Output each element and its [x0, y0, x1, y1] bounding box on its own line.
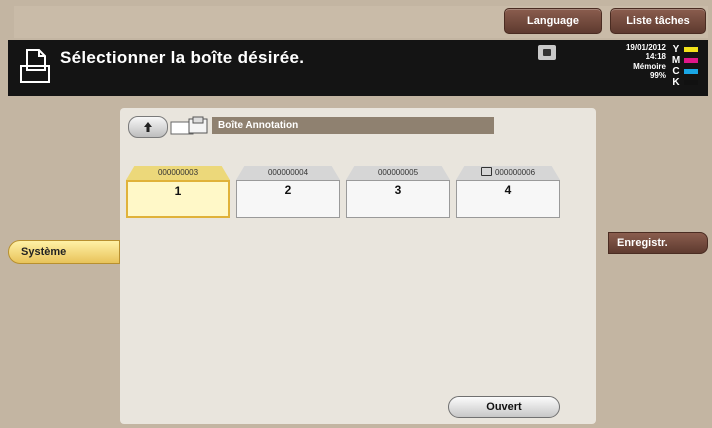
up-button[interactable] — [128, 116, 168, 138]
box-folder-icon — [170, 116, 208, 135]
box-number: 000000003 — [126, 166, 230, 180]
register-button[interactable]: Enregistr. — [608, 232, 708, 254]
lock-icon — [480, 167, 492, 177]
main-panel — [120, 108, 596, 424]
device-status: 19/01/2012 14:18 Mémoire 99% — [626, 43, 666, 81]
language-button[interactable]: Language — [504, 8, 602, 34]
box-number: 000000005 — [346, 166, 450, 180]
box-2[interactable]: 000000004 2 — [236, 166, 340, 218]
toner-m: M — [670, 55, 700, 66]
time: 14:18 — [645, 52, 666, 62]
box-tab-locked: 000000006 — [456, 166, 560, 180]
task-list-button[interactable]: Liste tâches — [610, 8, 706, 34]
box-4[interactable]: 000000006 4 — [456, 166, 560, 218]
up-arrow-icon — [144, 122, 152, 132]
box-3[interactable]: 000000005 3 — [346, 166, 450, 218]
date: 19/01/2012 — [625, 43, 666, 52]
top-strip — [14, 6, 708, 38]
box-index: 3 — [346, 180, 450, 218]
box-index: 2 — [236, 180, 340, 218]
toner-y: Y — [670, 44, 700, 55]
memory-value: 99% — [649, 71, 666, 81]
header-bar: Sélectionner la boîte désirée. 19/01/201… — [8, 40, 708, 96]
status-icon — [538, 45, 556, 60]
tab-system[interactable]: Système — [8, 240, 120, 264]
document-box-icon — [20, 49, 50, 83]
box-number: 000000006 — [494, 168, 536, 177]
page-title: Sélectionner la boîte désirée. — [60, 48, 305, 67]
box-index: 4 — [456, 180, 560, 218]
toner-c: C — [670, 66, 700, 77]
memory-label: Mémoire — [633, 61, 666, 71]
toner-k: K — [670, 77, 700, 88]
open-button[interactable]: Ouvert — [448, 396, 560, 418]
box-1[interactable]: 000000003 1 — [126, 166, 230, 218]
box-number: 000000004 — [236, 166, 340, 180]
box-index: 1 — [126, 180, 230, 218]
box-path: Boîte Annotation — [212, 117, 494, 134]
toner-levels: Y M C K — [670, 44, 700, 92]
